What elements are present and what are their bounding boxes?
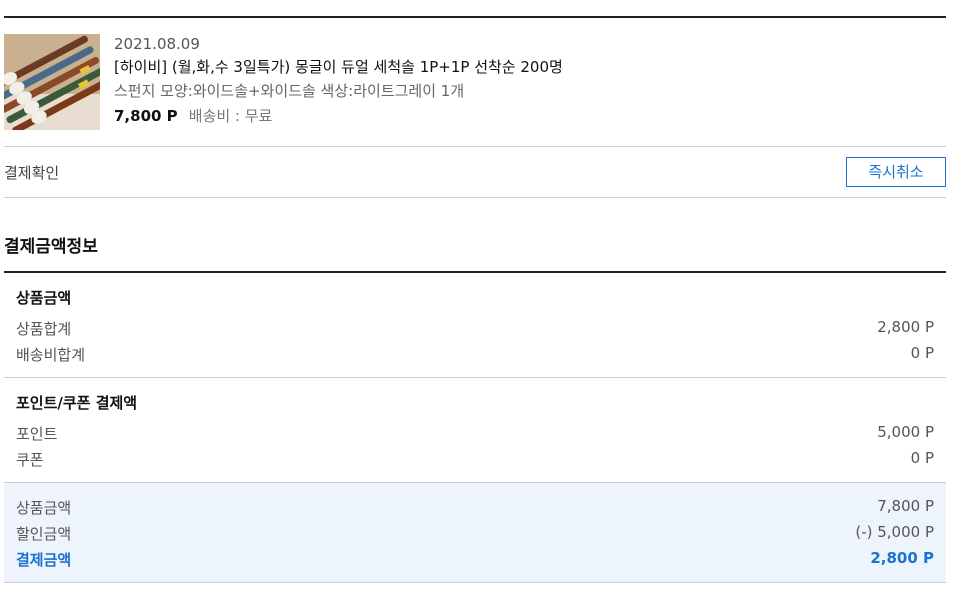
divider bbox=[4, 582, 946, 583]
price-row: 7,800 P 배송비 : 무료 bbox=[114, 105, 563, 127]
row-label: 상품금액 bbox=[16, 499, 72, 517]
row-label: 배송비합계 bbox=[16, 346, 86, 364]
summary-discount-row: 할인금액 (-) 5,000 P bbox=[16, 523, 934, 545]
divider bbox=[4, 197, 946, 198]
row-label: 상품합계 bbox=[16, 320, 72, 338]
coupon-row: 쿠폰 0 P bbox=[16, 449, 934, 471]
product-amount-heading: 상품금액 bbox=[16, 289, 72, 307]
product-total-row: 상품합계 2,800 P bbox=[16, 318, 934, 340]
order-status-row: 결제확인 즉시취소 bbox=[4, 147, 946, 197]
product-title[interactable]: [하이비] (월,화,수 3일특가) 몽글이 듀얼 세척솔 1P+1P 선착순 … bbox=[114, 56, 563, 78]
point-row: 포인트 5,000 P bbox=[16, 423, 934, 445]
row-label: 쿠폰 bbox=[16, 451, 44, 469]
payment-summary: 상품금액 7,800 P 할인금액 (-) 5,000 P 결제금액 2,800… bbox=[4, 483, 946, 582]
order-status: 결제확인 bbox=[4, 164, 60, 182]
payment-section-title: 결제금액정보 bbox=[4, 237, 98, 257]
point-coupon-heading: 포인트/쿠폰 결제액 bbox=[16, 394, 138, 412]
row-value: 0 P bbox=[910, 449, 934, 467]
product-thumbnail[interactable] bbox=[4, 34, 100, 130]
product-option: 스펀지 모양:와이드솔+와이드솔 색상:라이트그레이 1개 bbox=[114, 82, 465, 100]
summary-product-amount-row: 상품금액 7,800 P bbox=[16, 497, 934, 519]
row-label: 포인트 bbox=[16, 425, 58, 443]
instant-cancel-button[interactable]: 즉시취소 bbox=[846, 157, 946, 187]
product-price: 7,800 P bbox=[114, 107, 178, 125]
shipping-total-row: 배송비합계 0 P bbox=[16, 344, 934, 366]
row-value: 7,800 P bbox=[877, 497, 934, 515]
order-date: 2021.08.09 bbox=[114, 35, 200, 53]
row-label: 결제금액 bbox=[16, 551, 72, 569]
summary-payment-total-row: 결제금액 2,800 P bbox=[16, 549, 934, 571]
row-value: (-) 5,000 P bbox=[855, 523, 934, 541]
row-label: 할인금액 bbox=[16, 525, 72, 543]
product-amount-group: 상품금액 상품합계 2,800 P 배송비합계 0 P bbox=[4, 273, 946, 377]
row-value: 2,800 P bbox=[877, 318, 934, 336]
order-info: 2021.08.09 [하이비] (월,화,수 3일특가) 몽글이 듀얼 세척솔… bbox=[114, 34, 563, 127]
shipping-fee: 배송비 : 무료 bbox=[188, 107, 273, 125]
point-coupon-group: 포인트/쿠폰 결제액 포인트 5,000 P 쿠폰 0 P bbox=[4, 378, 946, 482]
row-value: 0 P bbox=[910, 344, 934, 362]
row-value: 2,800 P bbox=[870, 549, 934, 567]
order-item: 2021.08.09 [하이비] (월,화,수 3일특가) 몽글이 듀얼 세척솔… bbox=[4, 34, 946, 130]
row-value: 5,000 P bbox=[877, 423, 934, 441]
top-divider bbox=[4, 16, 946, 18]
